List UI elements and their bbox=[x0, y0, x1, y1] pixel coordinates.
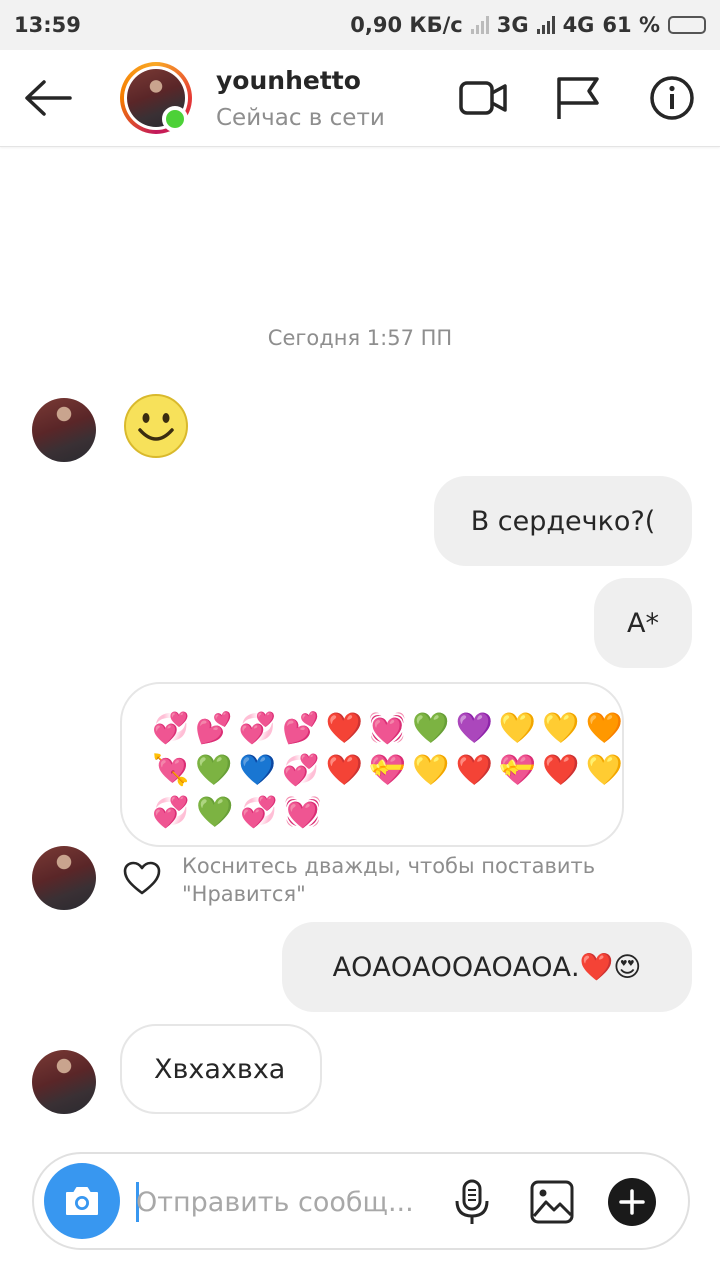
microphone-icon[interactable] bbox=[448, 1178, 496, 1226]
emoji-item: 💛 bbox=[412, 753, 450, 788]
network-3g: 3G bbox=[496, 13, 529, 37]
message-text: В сердечко?( bbox=[470, 505, 656, 537]
chat-header: younhetto Сейчас в сети bbox=[0, 50, 720, 147]
emoji-item: ❤️ bbox=[542, 753, 580, 788]
emoji-item: 💘 bbox=[152, 753, 190, 788]
emoji-item: 💞 bbox=[152, 711, 190, 746]
network-speed: 0,90 КБ/с bbox=[350, 13, 463, 37]
emoji-item: ❤️ bbox=[455, 753, 493, 788]
message-text: А* bbox=[627, 607, 659, 639]
video-call-icon[interactable] bbox=[458, 75, 508, 121]
emoji-item: 💚 bbox=[196, 795, 234, 830]
incoming-emoji-message[interactable]: 💞 💕 💞 💕 ❤️ 💓 💚 💜 💛 💛 🧡 💘 💚 💙 💞 ❤️ 💝 💛 ❤️ 💝 ❤️ 💛 💞 💚 💞 💓 bbox=[120, 682, 624, 847]
sender-avatar[interactable] bbox=[32, 846, 96, 910]
emoji-item: 💞 bbox=[238, 711, 277, 746]
emoji-item: 💞 bbox=[240, 795, 278, 830]
emoji-item: 💝 bbox=[368, 753, 407, 788]
double-tap-like-hint: Коснитесь дважды, чтобы поставить "Нрави… bbox=[182, 854, 596, 906]
plus-icon bbox=[619, 1189, 645, 1215]
emoji-item: 🧡 bbox=[585, 711, 623, 746]
emoji-row: 💞 💚 💞 💓 bbox=[152, 792, 594, 834]
emoji-item: 💞 bbox=[282, 753, 320, 788]
emoji-item: 💓 bbox=[284, 795, 322, 830]
network-4g: 4G bbox=[562, 13, 595, 37]
signal-strong-icon bbox=[536, 16, 555, 34]
battery-icon bbox=[668, 16, 706, 34]
info-icon[interactable] bbox=[647, 75, 697, 121]
emoji-item: 💚 bbox=[412, 711, 450, 746]
flag-icon[interactable] bbox=[553, 75, 603, 121]
outgoing-message[interactable]: АОАОАООАОАОА.❤️😍 bbox=[282, 922, 692, 1012]
emoji-row: 💘 💚 💙 💞 ❤️ 💝 💛 ❤️ 💝 ❤️ 💛 bbox=[152, 750, 623, 792]
presence-status: Сейчас в сети bbox=[216, 105, 385, 131]
outgoing-message[interactable]: А* bbox=[594, 578, 692, 668]
incoming-message[interactable]: Хвхахвха bbox=[120, 1024, 322, 1114]
emoji-item: 💞 bbox=[152, 795, 190, 830]
chat-username[interactable]: younhetto bbox=[216, 66, 361, 95]
emoji-item: 💕 bbox=[282, 711, 320, 746]
sender-avatar[interactable] bbox=[32, 398, 96, 462]
sender-avatar[interactable] bbox=[32, 1050, 96, 1114]
emoji-row: 💞 💕 💞 💕 ❤️ 💓 💚 💜 💛 💛 🧡 bbox=[152, 708, 623, 750]
emoji-item: ❤️ bbox=[325, 753, 363, 788]
smiley-emoji-message[interactable] bbox=[122, 392, 190, 460]
status-indicators: 0,90 КБ/с 3G 4G 61 % bbox=[350, 13, 706, 37]
emoji-item: 💜 bbox=[455, 711, 493, 746]
status-bar: 13:59 0,90 КБ/с 3G 4G 61 % bbox=[0, 0, 720, 50]
camera-button[interactable] bbox=[44, 1163, 120, 1239]
emoji-item: 💙 bbox=[238, 753, 277, 788]
outgoing-message[interactable]: В сердечко?( bbox=[434, 476, 692, 566]
emoji-item: 💝 bbox=[498, 753, 537, 788]
emoji-item: 💛 bbox=[542, 711, 580, 746]
message-composer bbox=[32, 1152, 690, 1250]
battery-percent: 61 % bbox=[602, 13, 660, 37]
emoji-item: 💕 bbox=[195, 711, 233, 746]
message-text: Хвхахвха bbox=[154, 1053, 286, 1085]
conversation-timestamp: Сегодня 1:57 ПП bbox=[267, 326, 453, 350]
emoji-item: 💛 bbox=[498, 711, 537, 746]
gallery-icon[interactable] bbox=[528, 1178, 576, 1226]
camera-icon bbox=[66, 1187, 98, 1215]
heart-outline-icon[interactable] bbox=[122, 860, 162, 896]
message-text: АОАОАООАОАОА.❤️😍 bbox=[332, 952, 642, 983]
add-button[interactable] bbox=[608, 1178, 656, 1226]
online-indicator bbox=[162, 106, 188, 132]
emoji-item: ❤️ bbox=[325, 711, 363, 746]
direct-chat-screen: 13:59 0,90 КБ/с 3G 4G 61 % younhetto Сей… bbox=[0, 0, 720, 1280]
signal-weak-icon bbox=[470, 16, 489, 34]
emoji-item: 💚 bbox=[195, 753, 233, 788]
message-input[interactable] bbox=[136, 1176, 426, 1228]
status-time: 13:59 bbox=[14, 13, 81, 37]
back-arrow-icon[interactable] bbox=[22, 78, 74, 118]
emoji-item: 💛 bbox=[585, 753, 623, 788]
emoji-item: 💓 bbox=[368, 711, 407, 746]
